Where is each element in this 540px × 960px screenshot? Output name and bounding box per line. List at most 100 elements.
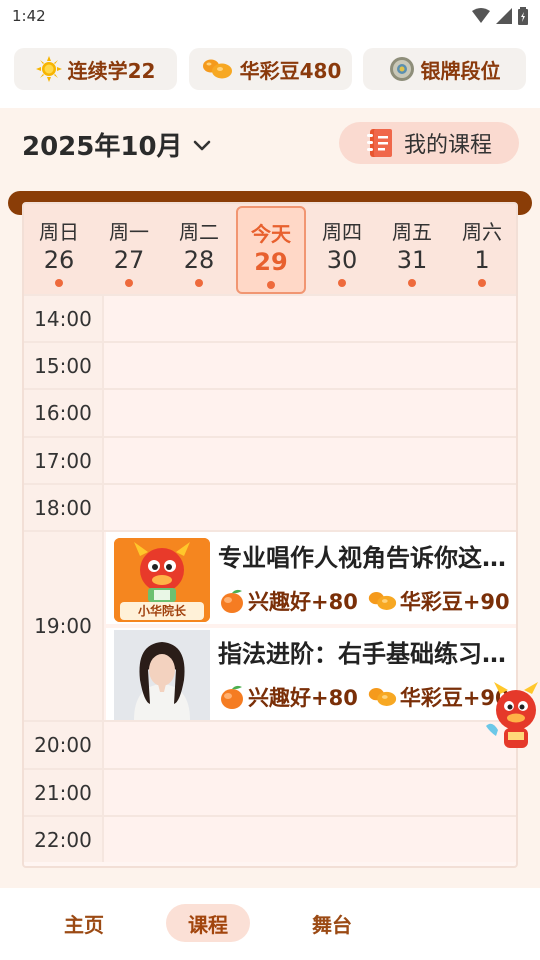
time-slot[interactable] [104, 817, 516, 862]
course-dot [478, 279, 486, 287]
course-rewards: 兴趣好+80 华彩豆+90 [218, 586, 510, 616]
silver-medal-icon [389, 57, 414, 81]
notebook-icon [366, 129, 392, 157]
status-time: 1:42 [12, 7, 46, 25]
month-selector[interactable]: 2025年10月 [22, 126, 213, 163]
battery-icon [518, 7, 528, 25]
streak-chip[interactable]: 连续学22 [14, 48, 177, 90]
beans-reward: 华彩豆+90 [366, 586, 510, 616]
chevron-down-icon [193, 140, 210, 150]
day-number: 27 [113, 246, 145, 274]
stats-bar: 连续学22 华彩豆480 银牌段位 [0, 32, 540, 108]
time-row: 15:00 [24, 341, 516, 388]
time-slot[interactable] [104, 343, 516, 388]
course-dot [125, 279, 133, 287]
my-courses-label: 我的课程 [403, 133, 492, 158]
day-number: 1 [474, 246, 490, 274]
teacher-photo [114, 630, 210, 720]
signal-icon [496, 8, 512, 24]
time-slot[interactable] [104, 390, 516, 436]
wifi-icon [472, 8, 490, 23]
time-slot[interactable] [104, 770, 516, 815]
day-today[interactable]: 今天 29 [236, 206, 306, 294]
day-name: 周六 [462, 220, 502, 244]
thumb-label: 小华院长 [120, 602, 204, 620]
interest-reward-text: 兴趣好+80 [248, 686, 358, 710]
status-bar: 1:42 [0, 0, 540, 32]
time-row: 22:00 [24, 815, 516, 862]
day-number: 28 [183, 246, 215, 274]
day-name: 今天 [251, 222, 291, 246]
course-title: 指法进阶：右手基础练习与应用 [218, 640, 514, 668]
day-monday[interactable]: 周一 27 [94, 204, 164, 294]
time-label: 18:00 [24, 485, 104, 530]
nav-stage[interactable]: 舞台 [290, 904, 374, 942]
day-number: 26 [43, 246, 75, 274]
day-number: 30 [326, 246, 358, 274]
day-sunday[interactable]: 周日 26 [24, 204, 94, 294]
time-label: 20:00 [24, 722, 104, 768]
course-thumbnail: 小华院长 [114, 538, 210, 622]
time-label: 15:00 [24, 343, 104, 388]
my-courses-button[interactable]: 我的课程 [339, 122, 519, 164]
course-card[interactable]: 指法进阶：右手基础练习与应用 兴趣好+80 华彩豆+90 [106, 628, 516, 720]
sun-icon [35, 56, 62, 82]
day-name: 周二 [179, 220, 219, 244]
course-dot [195, 279, 203, 287]
nav-courses[interactable]: 课程 [166, 904, 250, 942]
day-thursday[interactable]: 周四 30 [307, 204, 377, 294]
interest-reward: 兴趣好+80 [218, 682, 358, 712]
course-card[interactable]: 小华院长 专业唱作人视角告诉你这首歌到底怎么写 兴趣好+80 华彩豆+90 [106, 532, 516, 624]
course-rewards: 兴趣好+80 华彩豆+90 [218, 682, 510, 712]
time-slot[interactable] [104, 485, 516, 530]
time-row: 20:00 [24, 720, 516, 768]
day-number: 31 [396, 246, 428, 274]
rank-label: 银牌段位 [420, 58, 501, 83]
day-saturday[interactable]: 周六 1 [447, 204, 516, 294]
course-thumbnail [114, 630, 210, 720]
course-dot [267, 281, 275, 289]
nav-home[interactable]: 主页 [42, 904, 126, 942]
schedule-board: 周日 26 周一 27 周二 28 今天 29 周四 30 周五 31 周六 1… [22, 202, 518, 868]
status-icons [472, 7, 528, 25]
day-tuesday[interactable]: 周二 28 [164, 204, 234, 294]
streak-label: 连续学22 [67, 58, 156, 83]
week-row: 周日 26 周一 27 周二 28 今天 29 周四 30 周五 31 周六 1 [24, 204, 516, 294]
time-row: 14:00 [24, 294, 516, 341]
day-friday[interactable]: 周五 31 [377, 204, 447, 294]
time-label: 16:00 [24, 390, 104, 436]
time-row: 21:00 [24, 768, 516, 815]
course-dot [338, 279, 346, 287]
month-title: 2025年10月 [22, 132, 183, 162]
nav-home-label: 主页 [64, 912, 104, 937]
day-name: 周日 [39, 220, 79, 244]
course-title: 专业唱作人视角告诉你这首歌到底怎么写 [218, 544, 514, 572]
time-row: 16:00 [24, 388, 516, 436]
bottom-nav: 主页 课程 舞台 [0, 888, 540, 960]
interest-reward: 兴趣好+80 [218, 586, 358, 616]
course-dot [408, 279, 416, 287]
time-label: 21:00 [24, 770, 104, 815]
beans-chip[interactable]: 华彩豆480 [189, 48, 352, 90]
course-dot [55, 279, 63, 287]
time-label: 17:00 [24, 438, 104, 483]
beans-icon [368, 688, 396, 706]
time-slot[interactable] [104, 722, 516, 768]
beans-reward-text: 华彩豆+90 [399, 590, 510, 614]
time-slot[interactable] [104, 438, 516, 483]
peach-icon [221, 685, 243, 709]
peach-icon [221, 589, 243, 613]
day-name: 周五 [392, 220, 432, 244]
time-row: 17:00 [24, 436, 516, 483]
time-label: 22:00 [24, 817, 104, 862]
beans-label: 华彩豆480 [239, 58, 342, 83]
nav-courses-label: 课程 [188, 912, 228, 937]
beans-icon [202, 59, 232, 79]
rank-chip[interactable]: 银牌段位 [363, 48, 526, 90]
time-slot[interactable] [104, 296, 516, 341]
time-label: 19:00 [24, 532, 104, 720]
day-number: 29 [254, 248, 288, 276]
dragon-mascot-icon[interactable] [482, 680, 540, 760]
day-name: 周一 [109, 220, 149, 244]
day-name: 周四 [322, 220, 362, 244]
